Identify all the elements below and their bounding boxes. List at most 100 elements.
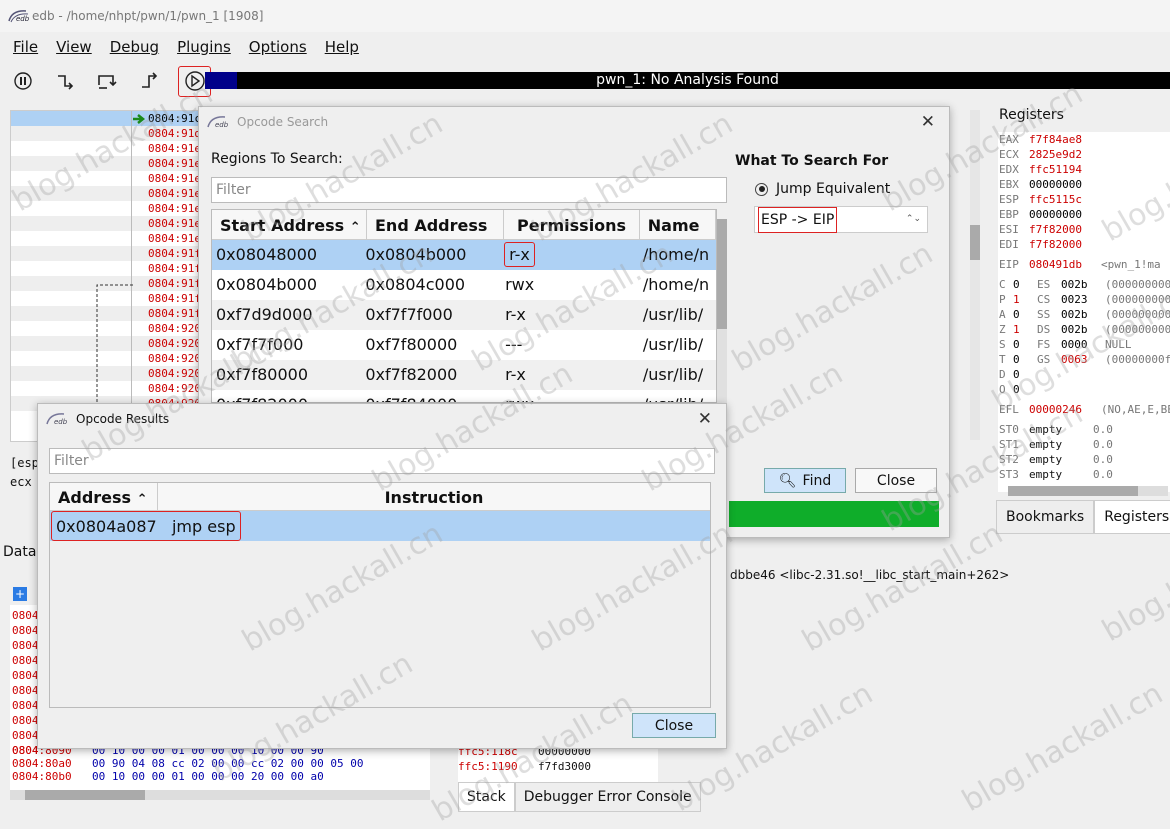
result-row[interactable]: 0x0804a087 jmp esp	[50, 511, 710, 541]
registers-list[interactable]: EAX f7f84ae8 ECX 2825e9d2 EDX ffc51194 EBX 0000…	[998, 132, 1170, 492]
col-instruction[interactable]: Instruction	[158, 483, 710, 510]
region-name: /home/n	[642, 245, 710, 264]
tab-stack[interactable]: Stack	[458, 782, 515, 812]
regions-scrollbar[interactable]	[717, 219, 727, 407]
register-row[interactable]: ESP ffc5115c	[998, 192, 1170, 207]
flag-row[interactable]: A 0 SS 002b (000000000	[998, 307, 1170, 322]
register-row[interactable]: EAX f7f84ae8	[998, 132, 1170, 147]
sort-asc-icon: ⌃	[136, 492, 148, 507]
stack-view[interactable]: ffc5:118c 00000000 ffc5:1190 f7fd3000	[458, 745, 658, 785]
flag-bit: 0	[1013, 368, 1020, 381]
hex-row[interactable]: 0804:80a0 00 90 04 08 cc 02 00 00 cc 02 0…	[12, 757, 364, 770]
register-row[interactable]: ECX 2825e9d2	[998, 147, 1170, 162]
region-row[interactable]: 0xf7d9d000 0xf7f7f000 r-x/usr/lib/	[212, 300, 716, 330]
segment-name: DS	[1037, 323, 1051, 336]
results-table[interactable]: Address ⌃ Instruction 0x0804a087 jmp esp	[49, 482, 711, 708]
menu-help[interactable]: Help	[325, 38, 359, 56]
register-row[interactable]: EFL 00000246 (NO,AE,E,BE	[998, 402, 1170, 417]
fpu-row[interactable]: ST2 empty 0.0	[998, 452, 1170, 467]
flag-row[interactable]: C 0 ES 002b (000000000	[998, 277, 1170, 292]
menu-plugins[interactable]: Plugins	[177, 38, 231, 56]
menu-options[interactable]: Options	[249, 38, 307, 56]
jump-equivalent-radio[interactable]: Jump Equivalent	[755, 181, 890, 197]
fpu-row[interactable]: ST0 empty 0.0	[998, 422, 1170, 437]
col-permissions[interactable]: Permissions	[504, 210, 640, 239]
close-icon[interactable]: ✕	[921, 112, 935, 132]
regions-table[interactable]: Start Address ⌃ End Address Permissions …	[211, 209, 717, 403]
segment-name: GS	[1037, 353, 1051, 366]
toolbar	[10, 65, 211, 97]
region-row[interactable]: 0xf7f7f000 0xf7f80000 --- /usr/lib/	[212, 330, 716, 360]
results-filter-input[interactable]: Filter	[49, 448, 715, 474]
fpu-value: empty	[1029, 468, 1063, 481]
region-start: 0xf7f82000	[212, 390, 361, 402]
region-row[interactable]: 0x0804b000 0x0804c000 rwx/home/n	[212, 270, 716, 300]
menu-file[interactable]: File	[13, 38, 38, 56]
results-close-button[interactable]: Close	[632, 713, 716, 738]
flag-row[interactable]: P 1 CS 0023 (000000000	[998, 292, 1170, 307]
flag-bit: 1	[1013, 323, 1020, 336]
pause-icon[interactable]	[10, 68, 36, 94]
flag-row[interactable]: D0	[998, 367, 1170, 382]
fpu-name: ST1	[999, 438, 1019, 451]
col-name[interactable]: Name	[640, 210, 716, 239]
register-row[interactable]: EBP 00000000	[998, 207, 1170, 222]
col-end-address[interactable]: End Address	[367, 210, 505, 239]
edb-logo-icon: edb	[44, 411, 70, 427]
close-button[interactable]: Close	[855, 468, 937, 493]
hex-address: 0804	[12, 609, 39, 622]
disasm-scrollbar[interactable]	[970, 110, 980, 440]
region-row[interactable]: 0x08048000 0x0804b000 r-x/home/n	[212, 240, 716, 270]
register-name: EBX	[999, 178, 1019, 191]
bottom-tabs: Stack Debugger Error Console	[458, 782, 701, 812]
menu-debug[interactable]: Debug	[110, 38, 159, 56]
step-out-icon[interactable]	[136, 68, 162, 94]
region-row[interactable]: 0xf7f820000xf7f84000rwx/usr/lib/	[212, 390, 716, 402]
fpu-float: 0.0	[1093, 453, 1113, 466]
flag-row[interactable]: Z 1 DS 002b (000000000	[998, 322, 1170, 337]
register-row[interactable]: EIP 080491db <pwn_1!ma	[998, 257, 1170, 272]
tab-registers[interactable]: Registers	[1094, 500, 1170, 534]
hex-row[interactable]: 0804:80b0 00 10 00 00 01 00 00 00 20 00 0…	[12, 770, 364, 783]
region-name: /usr/lib/	[642, 305, 704, 324]
fpu-row[interactable]: ST1 empty 0.0	[998, 437, 1170, 452]
close-icon[interactable]: ✕	[698, 409, 712, 429]
flag-row[interactable]: O0	[998, 382, 1170, 397]
menu-view[interactable]: View	[56, 38, 92, 56]
col-start-address[interactable]: Start Address ⌃	[212, 210, 367, 239]
region-row[interactable]: 0xf7f80000 0xf7f82000 r-x/usr/lib/	[212, 360, 716, 390]
svg-text:edb: edb	[16, 15, 30, 23]
add-tab-icon[interactable]: +	[13, 587, 27, 601]
tab-debugger-error-console[interactable]: Debugger Error Console	[514, 782, 701, 812]
tab-bookmarks[interactable]: Bookmarks	[996, 500, 1095, 534]
step-over-icon[interactable]	[94, 68, 120, 94]
registers-hscrollbar[interactable]	[1008, 486, 1168, 496]
svg-text:edb: edb	[54, 418, 68, 426]
find-button[interactable]: 🔍︎ Find	[764, 468, 846, 493]
hex-address: 0804	[12, 624, 39, 637]
fpu-row[interactable]: ST3 empty 0.0	[998, 467, 1170, 482]
flag-name: Z	[999, 323, 1006, 336]
register-note: <pwn_1!ma	[1101, 258, 1161, 271]
regions-filter-input[interactable]: Filter	[211, 177, 727, 203]
hex-hscrollbar[interactable]	[10, 790, 430, 800]
register-row[interactable]: EBX 00000000	[998, 177, 1170, 192]
fpu-float: 0.0	[1093, 438, 1113, 451]
register-name: ESI	[999, 223, 1019, 236]
analysis-status: pwn_1: No Analysis Found	[596, 72, 779, 88]
window-title: edb - /home/nhpt/pwn/1/pwn_1 [1908]	[32, 9, 264, 23]
stack-row[interactable]: ffc5:1190 f7fd3000	[458, 760, 658, 775]
stack-libc-line: dbbe46 <libc-2.31.so!__libc_start_main+2…	[730, 568, 1010, 582]
register-row[interactable]: ESI f7f82000	[998, 222, 1170, 237]
region-permissions: ---	[505, 335, 523, 354]
opcode-search-titlebar: edb Opcode Search ✕	[199, 107, 949, 137]
flag-row[interactable]: T0 GS 0063 (00000000f7	[998, 352, 1170, 367]
col-address[interactable]: Address ⌃	[50, 483, 158, 510]
step-into-icon[interactable]	[52, 68, 78, 94]
flag-row[interactable]: S 0 FS 0000 NULL	[998, 337, 1170, 352]
register-row[interactable]: EDI f7f82000	[998, 237, 1170, 252]
search-type-select[interactable]: ESP -> EIP ⌃⌄	[754, 206, 928, 233]
opcode-results-title: Opcode Results	[76, 412, 170, 426]
opcode-results-dialog: edb Opcode Results ✕ Filter Address ⌃ In…	[37, 403, 727, 749]
register-row[interactable]: EDX ffc51194	[998, 162, 1170, 177]
